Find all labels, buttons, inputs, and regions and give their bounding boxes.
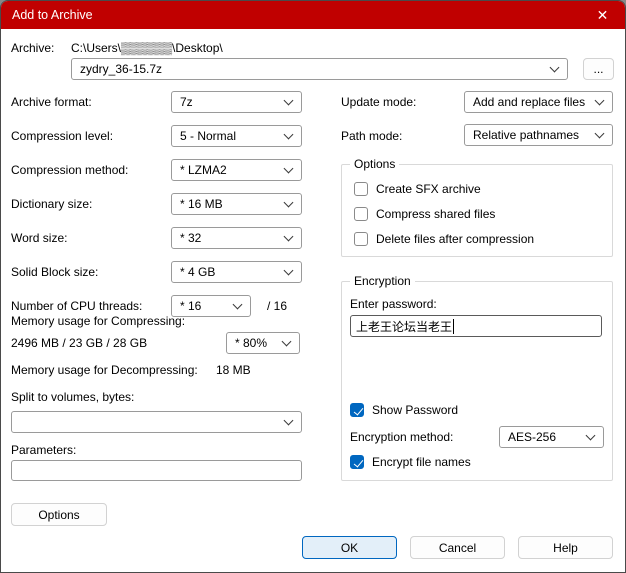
dictionary-size-select[interactable]: * 16 MB: [171, 193, 302, 215]
memory-compress-detail: 2496 MB / 23 GB / 28 GB: [11, 336, 148, 350]
browse-button-label: ...: [593, 62, 604, 76]
path-mode-select[interactable]: Relative pathnames: [464, 124, 613, 146]
compression-level-select[interactable]: 5 - Normal: [171, 125, 302, 147]
solid-block-size-value: * 4 GB: [180, 265, 216, 279]
memory-usage-value: * 80%: [235, 336, 268, 350]
archive-format-select[interactable]: 7z: [171, 91, 302, 113]
chevron-down-icon: [283, 95, 294, 105]
title-bar[interactable]: Add to Archive ✕: [1, 1, 625, 29]
chevron-down-icon: [283, 415, 294, 425]
create-sfx-label: Create SFX archive: [376, 182, 481, 196]
chevron-down-icon: [594, 128, 605, 138]
update-mode-value: Add and replace files: [473, 95, 586, 109]
options-group: Options Create SFX archive Compress shar…: [341, 157, 613, 257]
solid-block-size-label: Solid Block size:: [11, 265, 99, 279]
word-size-label: Word size:: [11, 231, 68, 245]
chevron-down-icon: [283, 265, 294, 275]
browse-button[interactable]: ...: [583, 58, 614, 80]
split-volumes-label: Split to volumes, bytes:: [11, 390, 135, 404]
word-size-value: * 32: [180, 231, 202, 245]
encryption-method-value: AES-256: [508, 430, 557, 444]
delete-after-checkbox[interactable]: [354, 232, 368, 246]
password-label: Enter password:: [350, 297, 437, 311]
help-button-label: Help: [553, 540, 578, 555]
delete-after-checkbox-row[interactable]: Delete files after compression: [354, 232, 534, 246]
compression-method-label: Compression method:: [11, 163, 129, 177]
chevron-down-icon: [283, 129, 294, 139]
compression-level-label: Compression level:: [11, 129, 114, 143]
window-title: Add to Archive: [12, 8, 93, 22]
word-size-select[interactable]: * 32: [171, 227, 302, 249]
split-volumes-combo[interactable]: [11, 411, 302, 433]
solid-block-size-select[interactable]: * 4 GB: [171, 261, 302, 283]
encrypt-names-label: Encrypt file names: [372, 455, 471, 469]
compression-method-select[interactable]: * LZMA2: [171, 159, 302, 181]
create-sfx-checkbox[interactable]: [354, 182, 368, 196]
cancel-button[interactable]: Cancel: [410, 536, 505, 559]
show-password-checkbox-row[interactable]: Show Password: [350, 403, 458, 417]
create-sfx-checkbox-row[interactable]: Create SFX archive: [354, 182, 481, 196]
chevron-down-icon: [594, 95, 605, 105]
archive-format-label: Archive format:: [11, 95, 92, 109]
archive-path: C:\Users\▒▒▒▒▒▒\Desktop\: [71, 41, 223, 55]
chevron-down-icon: [549, 62, 560, 72]
chevron-down-icon: [283, 163, 294, 173]
parameters-input[interactable]: [11, 460, 302, 481]
chevron-down-icon: [283, 197, 294, 207]
chevron-down-icon: [283, 231, 294, 241]
memory-compress-label: Memory usage for Compressing:: [11, 314, 186, 328]
archive-name-value: zydry_36-15.7z: [80, 62, 163, 76]
path-mode-value: Relative pathnames: [473, 128, 580, 142]
chevron-down-icon: [281, 336, 292, 346]
ok-button[interactable]: OK: [302, 536, 397, 559]
memory-decompress-value: 18 MB: [216, 363, 251, 377]
dictionary-size-value: * 16 MB: [180, 197, 223, 211]
encryption-method-label: Encryption method:: [350, 430, 454, 444]
update-mode-label: Update mode:: [341, 95, 417, 109]
cpu-threads-label: Number of CPU threads:: [11, 299, 143, 313]
compress-shared-checkbox-row[interactable]: Compress shared files: [354, 207, 495, 221]
password-value: 上老王论坛当老王: [356, 319, 453, 334]
options-button[interactable]: Options: [11, 503, 107, 526]
text-cursor: [453, 318, 455, 334]
encryption-method-select[interactable]: AES-256: [499, 426, 604, 448]
options-group-title: Options: [350, 157, 400, 171]
ok-button-label: OK: [340, 540, 359, 555]
chevron-down-icon: [585, 430, 596, 440]
encrypt-names-checkbox[interactable]: [350, 455, 364, 469]
path-mode-label: Path mode:: [341, 129, 403, 143]
encryption-group: Encryption Enter password: 上老王论坛当老王 Show…: [341, 274, 613, 481]
password-input[interactable]: 上老王论坛当老王: [350, 315, 602, 337]
archive-name-combo[interactable]: zydry_36-15.7z: [71, 58, 568, 80]
close-icon: ✕: [596, 6, 609, 23]
cpu-threads-max: / 16: [267, 299, 288, 313]
parameters-label: Parameters:: [11, 443, 77, 457]
options-button-label: Options: [38, 507, 80, 522]
chevron-down-icon: [232, 299, 243, 309]
help-button[interactable]: Help: [518, 536, 613, 559]
show-password-checkbox[interactable]: [350, 403, 364, 417]
compress-shared-label: Compress shared files: [376, 207, 496, 221]
memory-decompress-label: Memory usage for Decompressing:: [11, 363, 198, 377]
cancel-button-label: Cancel: [438, 540, 477, 555]
dictionary-size-label: Dictionary size:: [11, 197, 93, 211]
encryption-group-title: Encryption: [350, 274, 415, 288]
show-password-label: Show Password: [372, 403, 459, 417]
archive-format-value: 7z: [180, 95, 193, 109]
add-to-archive-dialog: Add to Archive ✕ Archive: C:\Users\▒▒▒▒▒…: [0, 0, 626, 573]
update-mode-select[interactable]: Add and replace files: [464, 91, 613, 113]
memory-usage-select[interactable]: * 80%: [226, 332, 300, 354]
cpu-threads-value: * 16: [180, 299, 202, 313]
compress-shared-checkbox[interactable]: [354, 207, 368, 221]
compression-level-value: 5 - Normal: [180, 129, 237, 143]
encrypt-names-checkbox-row[interactable]: Encrypt file names: [350, 455, 471, 469]
compression-method-value: * LZMA2: [180, 163, 227, 177]
delete-after-label: Delete files after compression: [376, 232, 535, 246]
archive-label: Archive:: [11, 41, 55, 55]
close-button[interactable]: ✕: [580, 1, 625, 29]
